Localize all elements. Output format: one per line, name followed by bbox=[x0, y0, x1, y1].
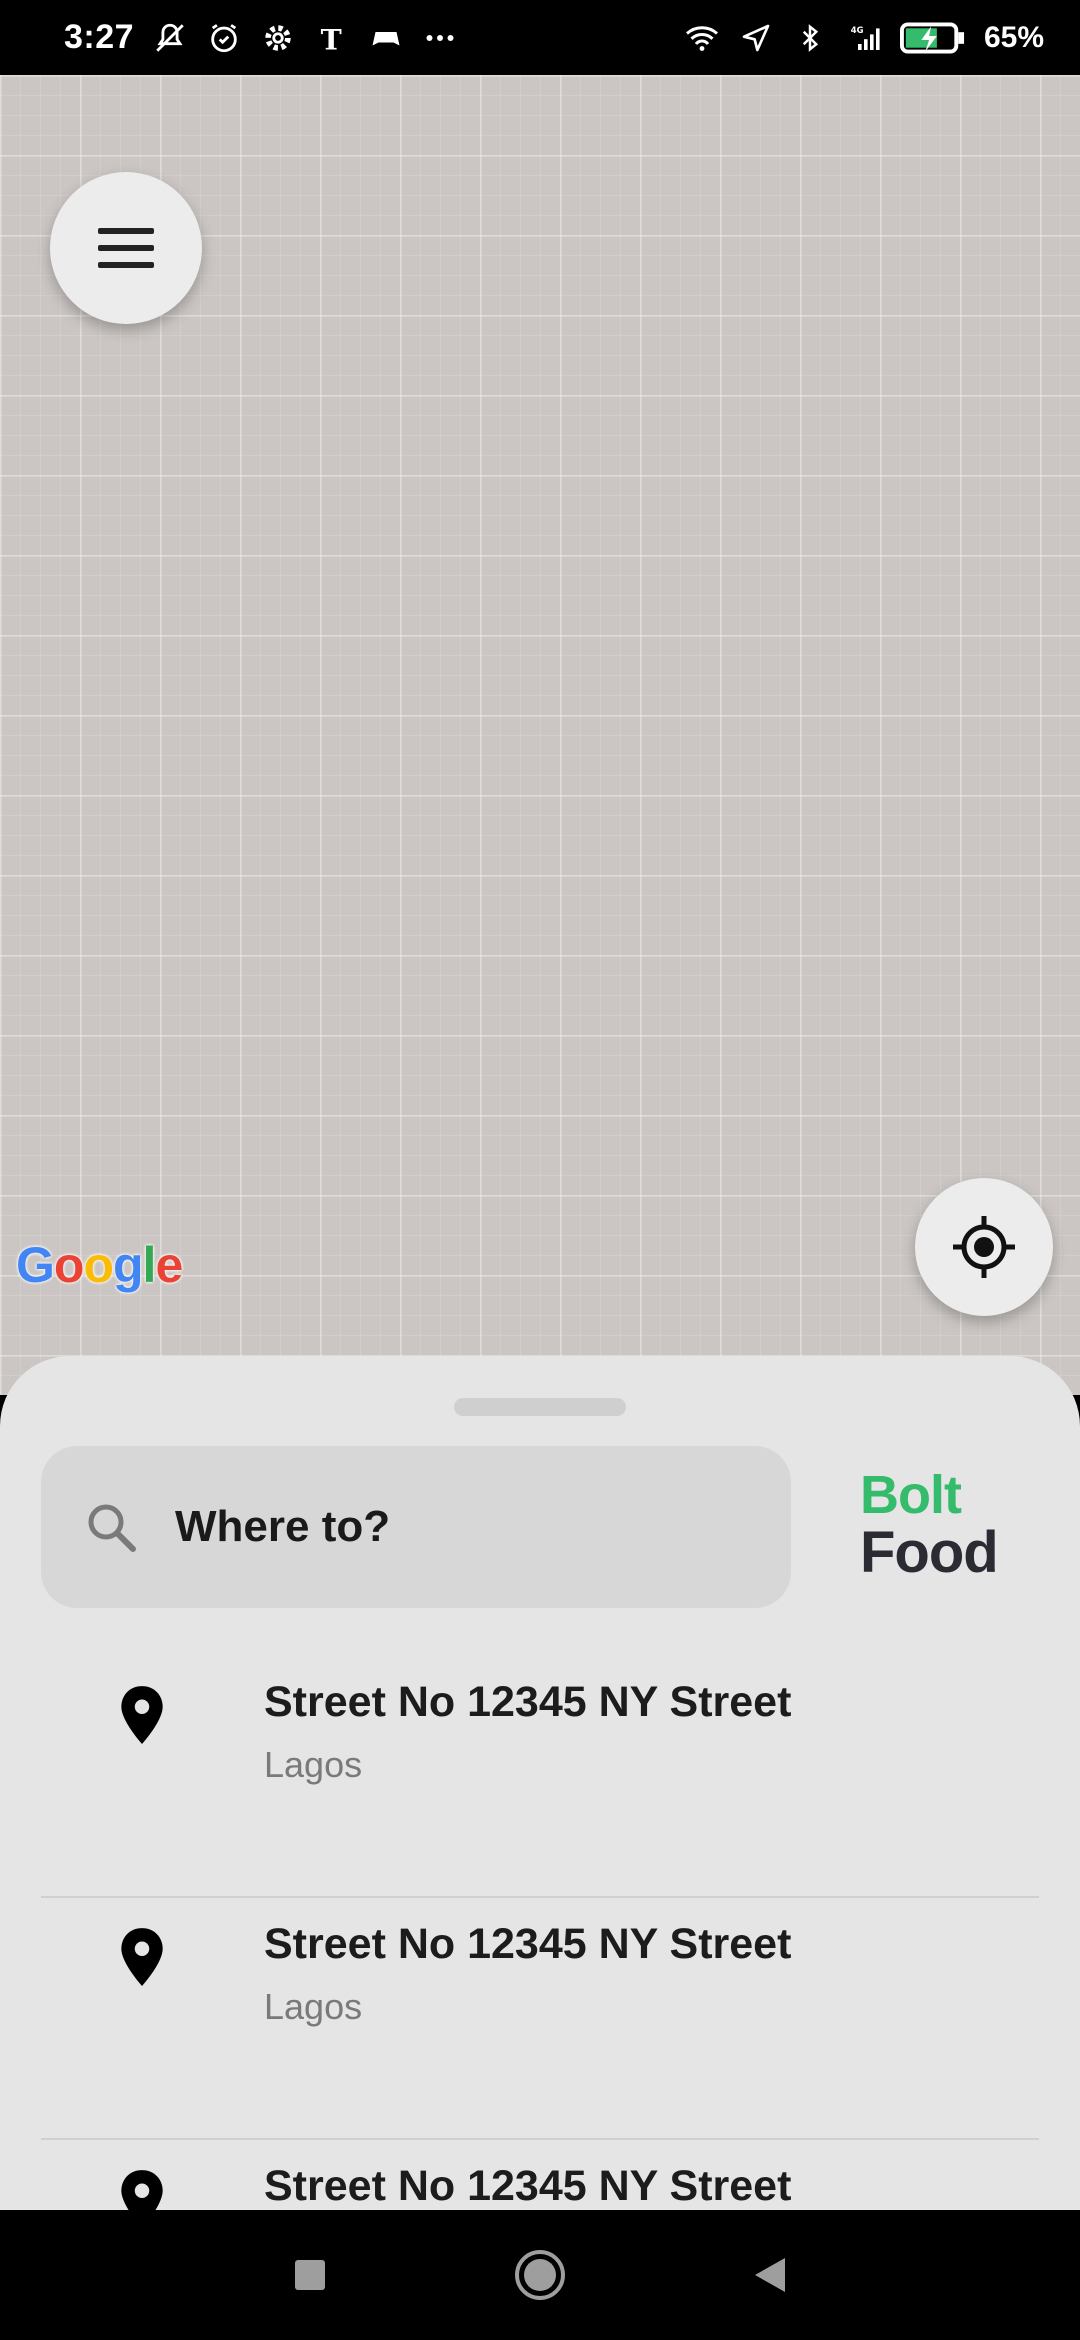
battery-percent: 65% bbox=[983, 20, 1044, 54]
system-nav-bar bbox=[0, 2210, 1080, 2340]
svg-text:4G: 4G bbox=[851, 25, 864, 35]
more-icon bbox=[422, 20, 458, 56]
bottom-sheet: Where to? Bolt Food Street No 12345 NY S… bbox=[0, 1356, 1080, 2210]
google-logo-letter: e bbox=[155, 1237, 183, 1293]
bluetooth-icon bbox=[792, 20, 828, 56]
google-logo-text: Google bbox=[16, 1237, 183, 1293]
home-button[interactable] bbox=[510, 2245, 570, 2305]
status-left: 3:27 T bbox=[64, 18, 458, 57]
place-subtitle: Lagos bbox=[264, 1986, 363, 2027]
app-screen: 3:27 T 4G 65% Google Where to? Bolt Food… bbox=[0, 0, 1080, 2340]
location-pin-icon bbox=[121, 1928, 163, 1986]
settings-icon bbox=[260, 20, 296, 56]
place-title: Street No 12345 NY Street bbox=[264, 1678, 792, 1726]
alarm-icon bbox=[206, 20, 242, 56]
recents-icon bbox=[295, 2260, 325, 2290]
my-location-button[interactable] bbox=[915, 1178, 1053, 1316]
google-logo-letter: l bbox=[142, 1237, 157, 1293]
sheet-drag-handle[interactable] bbox=[454, 1398, 626, 1416]
google-logo-letter: G bbox=[16, 1237, 55, 1293]
battery-icon bbox=[899, 20, 966, 56]
bolt-food-button[interactable]: Bolt Food bbox=[860, 1468, 1010, 1582]
search-placeholder: Where to? bbox=[175, 1502, 391, 1551]
location-pin-icon bbox=[121, 2170, 163, 2210]
place-title: Street No 12345 NY Street bbox=[264, 2162, 792, 2210]
place-subtitle: Lagos bbox=[264, 1744, 363, 1785]
status-time: 3:27 bbox=[64, 18, 135, 56]
list-item[interactable]: Street No 12345 NY Street bbox=[0, 2140, 1080, 2210]
wifi-icon bbox=[684, 20, 720, 56]
google-attribution: Google bbox=[16, 1236, 183, 1294]
status-bar: 3:27 T 4G 65% bbox=[0, 0, 1080, 75]
search-icon bbox=[81, 1497, 141, 1557]
bolt-food-logo-line1: Bolt bbox=[860, 1465, 962, 1525]
signal-icon: 4G bbox=[846, 20, 882, 56]
home-icon bbox=[515, 2250, 565, 2300]
recent-places-list: Street No 12345 NY Street Lagos Street N… bbox=[0, 1656, 1080, 2210]
google-logo-letter: o bbox=[53, 1237, 85, 1293]
google-logo-letter: o bbox=[83, 1237, 114, 1293]
location-pin-icon bbox=[121, 1686, 163, 1744]
my-location-icon bbox=[953, 1216, 1015, 1278]
svg-text:T: T bbox=[321, 22, 342, 55]
status-right: 4G 65% bbox=[684, 20, 1044, 56]
menu-button[interactable] bbox=[50, 172, 202, 324]
game-icon bbox=[368, 20, 404, 56]
location-icon bbox=[738, 20, 774, 56]
nytimes-icon: T bbox=[314, 20, 350, 56]
recents-button[interactable] bbox=[280, 2245, 340, 2305]
mute-icon bbox=[152, 20, 188, 56]
list-item[interactable]: Street No 12345 NY Street Lagos bbox=[0, 1656, 1080, 1898]
back-icon bbox=[755, 2258, 785, 2292]
list-item[interactable]: Street No 12345 NY Street Lagos bbox=[0, 1898, 1080, 2140]
google-logo-letter: g bbox=[113, 1237, 144, 1293]
hamburger-icon bbox=[98, 228, 154, 268]
back-button[interactable] bbox=[740, 2245, 800, 2305]
bolt-food-logo-line2: Food bbox=[860, 1520, 999, 1585]
place-title: Street No 12345 NY Street bbox=[264, 1920, 792, 1968]
search-input[interactable]: Where to? bbox=[41, 1446, 791, 1608]
